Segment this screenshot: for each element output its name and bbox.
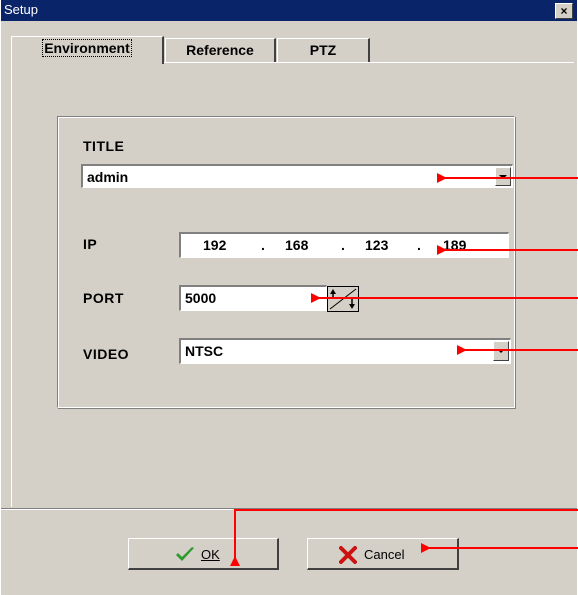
spin-arrows-icon <box>329 288 357 310</box>
port-value: 5000 <box>185 290 217 306</box>
video-label: VIDEO <box>83 346 130 362</box>
title-bar: Setup × <box>1 0 577 21</box>
chevron-down-icon[interactable] <box>495 167 511 186</box>
title-label: TITLE <box>83 138 125 154</box>
ok-button-label: OK <box>201 547 220 562</box>
footer-separator <box>1 508 577 510</box>
settings-group <box>57 116 515 408</box>
ip-label: IP <box>83 236 98 252</box>
tab-reference-label: Reference <box>186 42 254 58</box>
ip-octet-4[interactable]: 189 <box>443 237 466 253</box>
ip-octet-3[interactable]: 123 <box>365 237 388 253</box>
ip-separator: . <box>417 237 421 253</box>
ip-separator: . <box>261 237 265 253</box>
port-label: PORT <box>83 290 124 306</box>
cancel-button[interactable]: Cancel <box>307 538 459 570</box>
spin-updown-icon[interactable] <box>327 286 359 312</box>
ok-button[interactable]: OK <box>128 538 279 570</box>
port-field[interactable]: 5000 <box>179 285 327 311</box>
window-title: Setup <box>4 2 38 17</box>
tab-environment-label: Environment <box>42 39 132 57</box>
close-button[interactable]: × <box>555 3 573 19</box>
video-combobox[interactable]: NTSC <box>179 338 511 364</box>
tab-ptz[interactable]: PTZ <box>277 38 370 63</box>
ip-octet-2[interactable]: 168 <box>285 237 308 253</box>
tab-environment[interactable]: Environment <box>11 36 164 64</box>
chevron-down-icon[interactable] <box>493 341 509 361</box>
setup-dialog: Setup × Environment Reference PTZ TITLE … <box>0 0 578 595</box>
checkmark-icon <box>176 547 194 561</box>
cancel-button-label: Cancel <box>364 547 405 562</box>
tab-ptz-label: PTZ <box>309 42 337 58</box>
title-combobox[interactable]: admin <box>81 164 513 188</box>
ip-address-field[interactable]: 192 . 168 . 123 . 189 <box>179 232 509 258</box>
title-value: admin <box>87 169 129 185</box>
x-icon <box>339 546 357 564</box>
ip-octet-1[interactable]: 192 <box>203 237 226 253</box>
ip-separator: . <box>341 237 345 253</box>
tab-reference[interactable]: Reference <box>165 38 276 63</box>
video-value: NTSC <box>185 343 224 359</box>
